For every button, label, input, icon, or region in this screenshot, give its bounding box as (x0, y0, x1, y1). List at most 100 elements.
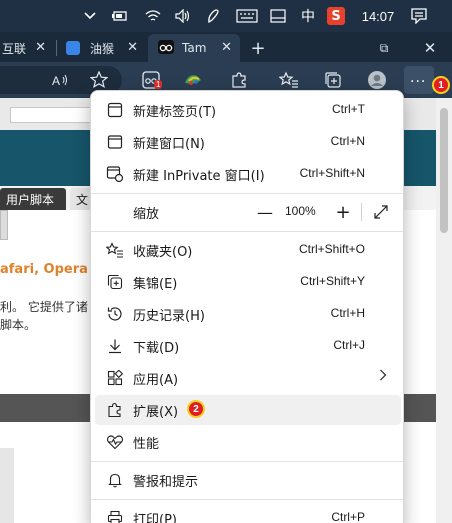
fullscreen-icon[interactable] (371, 202, 391, 222)
menu-item-label: 历史记录(H) (133, 309, 205, 324)
scrollbar-thumb[interactable] (440, 108, 448, 233)
menu-item-label: 新建窗口(N) (133, 137, 205, 152)
extensions-puzzle-icon[interactable] (226, 68, 252, 92)
more-dots-icon: ··· (410, 74, 427, 90)
close-tab-icon[interactable]: ✕ (127, 40, 138, 55)
menu-item-history[interactable]: 历史记录(H) Ctrl+H (95, 299, 401, 329)
read-aloud-icon[interactable]: A (48, 68, 74, 92)
menu-item-downloads[interactable]: 下载(D) Ctrl+J (95, 331, 401, 361)
menu-item-shortcut: Ctrl+H (330, 306, 365, 320)
clock[interactable]: 14:07 (358, 0, 398, 32)
page-subtab[interactable] (0, 210, 8, 240)
menu-item-favorites[interactable]: 收藏夹(O) Ctrl+Shift+O (95, 235, 401, 265)
menu-separator (91, 499, 403, 500)
history-icon (105, 304, 125, 324)
search-favicon-icon (66, 41, 80, 55)
menu-item-label: 性能 (133, 437, 160, 452)
new-tab-button[interactable]: + (246, 34, 270, 62)
favorites-icon[interactable] (276, 68, 302, 92)
close-tab-icon[interactable]: ✕ (221, 40, 232, 55)
tab-title: Tam (182, 41, 207, 55)
battery-icon[interactable] (110, 0, 130, 32)
menu-item-new-inprivate-window[interactable]: 新建 InPrivate 窗口(I) Ctrl+Shift+N (95, 159, 401, 189)
new-tab-icon (105, 100, 125, 120)
settings-menu: 新建标签页(T) Ctrl+T 新建窗口(N) Ctrl+N 新建 InPriv… (90, 90, 404, 523)
chevron-right-icon (379, 369, 387, 385)
page-gray-block (0, 448, 14, 523)
page-text-line: 利。 它提供了诸 (0, 300, 88, 314)
menu-item-collections[interactable]: 集锦(E) Ctrl+Shift+Y (95, 267, 401, 297)
menu-item-shortcut: Ctrl+P (331, 510, 365, 523)
menu-item-new-window[interactable]: 新建窗口(N) Ctrl+N (95, 127, 401, 157)
close-tab-icon[interactable]: ✕ (35, 40, 46, 55)
keyboard-icon[interactable] (234, 0, 260, 32)
menu-item-shortcut: Ctrl+J (333, 338, 365, 352)
extensions-puzzle-icon (105, 400, 125, 420)
tampermonkey-extension-icon[interactable]: 1 (138, 68, 164, 92)
menu-item-label: 下载(D) (133, 341, 180, 356)
close-window-button[interactable]: ✕ (418, 34, 442, 62)
menu-item-label: 新建 InPrivate 窗口(I) (133, 169, 265, 184)
tab-internet[interactable]: 互联 ✕ (0, 34, 54, 62)
menu-item-label: 警报和提示 (133, 475, 199, 490)
taskbar: 中 S 14:07 (0, 0, 452, 32)
menu-item-performance[interactable]: 性能 (95, 427, 401, 457)
notification-icon[interactable] (406, 0, 432, 32)
annotation-marker-1: 1 (432, 76, 450, 94)
menu-item-shortcut: Ctrl+N (330, 134, 365, 148)
inprivate-window-icon (105, 164, 125, 184)
colorful-extension-icon[interactable] (180, 68, 206, 92)
window-icon[interactable] (268, 0, 288, 32)
restore-window-button[interactable]: ⧉ (372, 34, 396, 62)
zoom-level: 100% (285, 204, 316, 218)
tab-title: 油猴 (90, 41, 115, 56)
menu-item-zoom: 缩放 — 100% + (95, 197, 401, 227)
volume-icon[interactable] (173, 0, 193, 32)
menu-item-label: 集锦(E) (133, 277, 178, 292)
menu-item-label: 新建标签页(T) (133, 105, 217, 120)
pen-icon[interactable] (203, 0, 223, 32)
menu-item-shortcut: Ctrl+Shift+N (299, 166, 365, 180)
page-scrollbar[interactable] (436, 98, 452, 523)
page-search-box[interactable] (10, 107, 98, 123)
menu-separator (91, 193, 403, 194)
menu-item-shortcut: Ctrl+Shift+O (298, 242, 365, 256)
ime-mode-indicator[interactable]: 中 (298, 0, 318, 32)
menu-item-label: 应用(A) (133, 373, 179, 388)
menu-separator (91, 231, 403, 232)
apps-icon (105, 368, 125, 388)
menu-item-alerts[interactable]: 警报和提示 (95, 465, 401, 495)
bell-icon (105, 470, 125, 490)
collections-icon (105, 272, 125, 292)
tab-title: 互联 (2, 41, 27, 56)
collections-icon[interactable] (320, 68, 346, 92)
chevron-up-icon[interactable] (80, 0, 100, 32)
download-icon (105, 336, 125, 356)
menu-item-apps[interactable]: 应用(A) (95, 363, 401, 393)
zoom-out-button[interactable]: — (255, 202, 275, 222)
sogou-logo: S (327, 7, 345, 25)
menu-item-new-tab[interactable]: 新建标签页(T) Ctrl+T (95, 95, 401, 125)
zoom-divider (361, 203, 362, 221)
zoom-in-button[interactable]: + (333, 202, 353, 223)
tab-tampermonkey[interactable]: Tam ✕ (148, 34, 240, 62)
nav-tab-userscripts[interactable]: 用户脚本 (0, 188, 66, 210)
menu-item-extensions[interactable]: 扩展(X) 2 (95, 395, 401, 425)
add-favorite-icon[interactable] (86, 68, 112, 92)
menu-item-label: 扩展(X) (133, 405, 179, 420)
sogou-ime-icon[interactable]: S (326, 0, 346, 32)
new-window-icon (105, 132, 125, 152)
menu-item-label: 收藏夹(O) (133, 245, 193, 260)
tab-separator (56, 40, 57, 56)
tampermonkey-favicon-icon (158, 39, 174, 57)
menu-item-print[interactable]: 打印(P) Ctrl+P (95, 503, 401, 523)
annotation-marker-2: 2 (187, 400, 205, 418)
wifi-icon[interactable] (143, 0, 163, 32)
menu-item-shortcut: Ctrl+T (332, 102, 365, 116)
profile-avatar-icon[interactable] (364, 68, 390, 92)
svg-text:A: A (52, 74, 60, 87)
settings-and-more-button[interactable]: ··· (404, 66, 434, 94)
menu-separator (91, 461, 403, 462)
page-text-line: 脚本。 (0, 318, 37, 332)
tab-youhou[interactable]: 油猴 ✕ (58, 34, 146, 62)
